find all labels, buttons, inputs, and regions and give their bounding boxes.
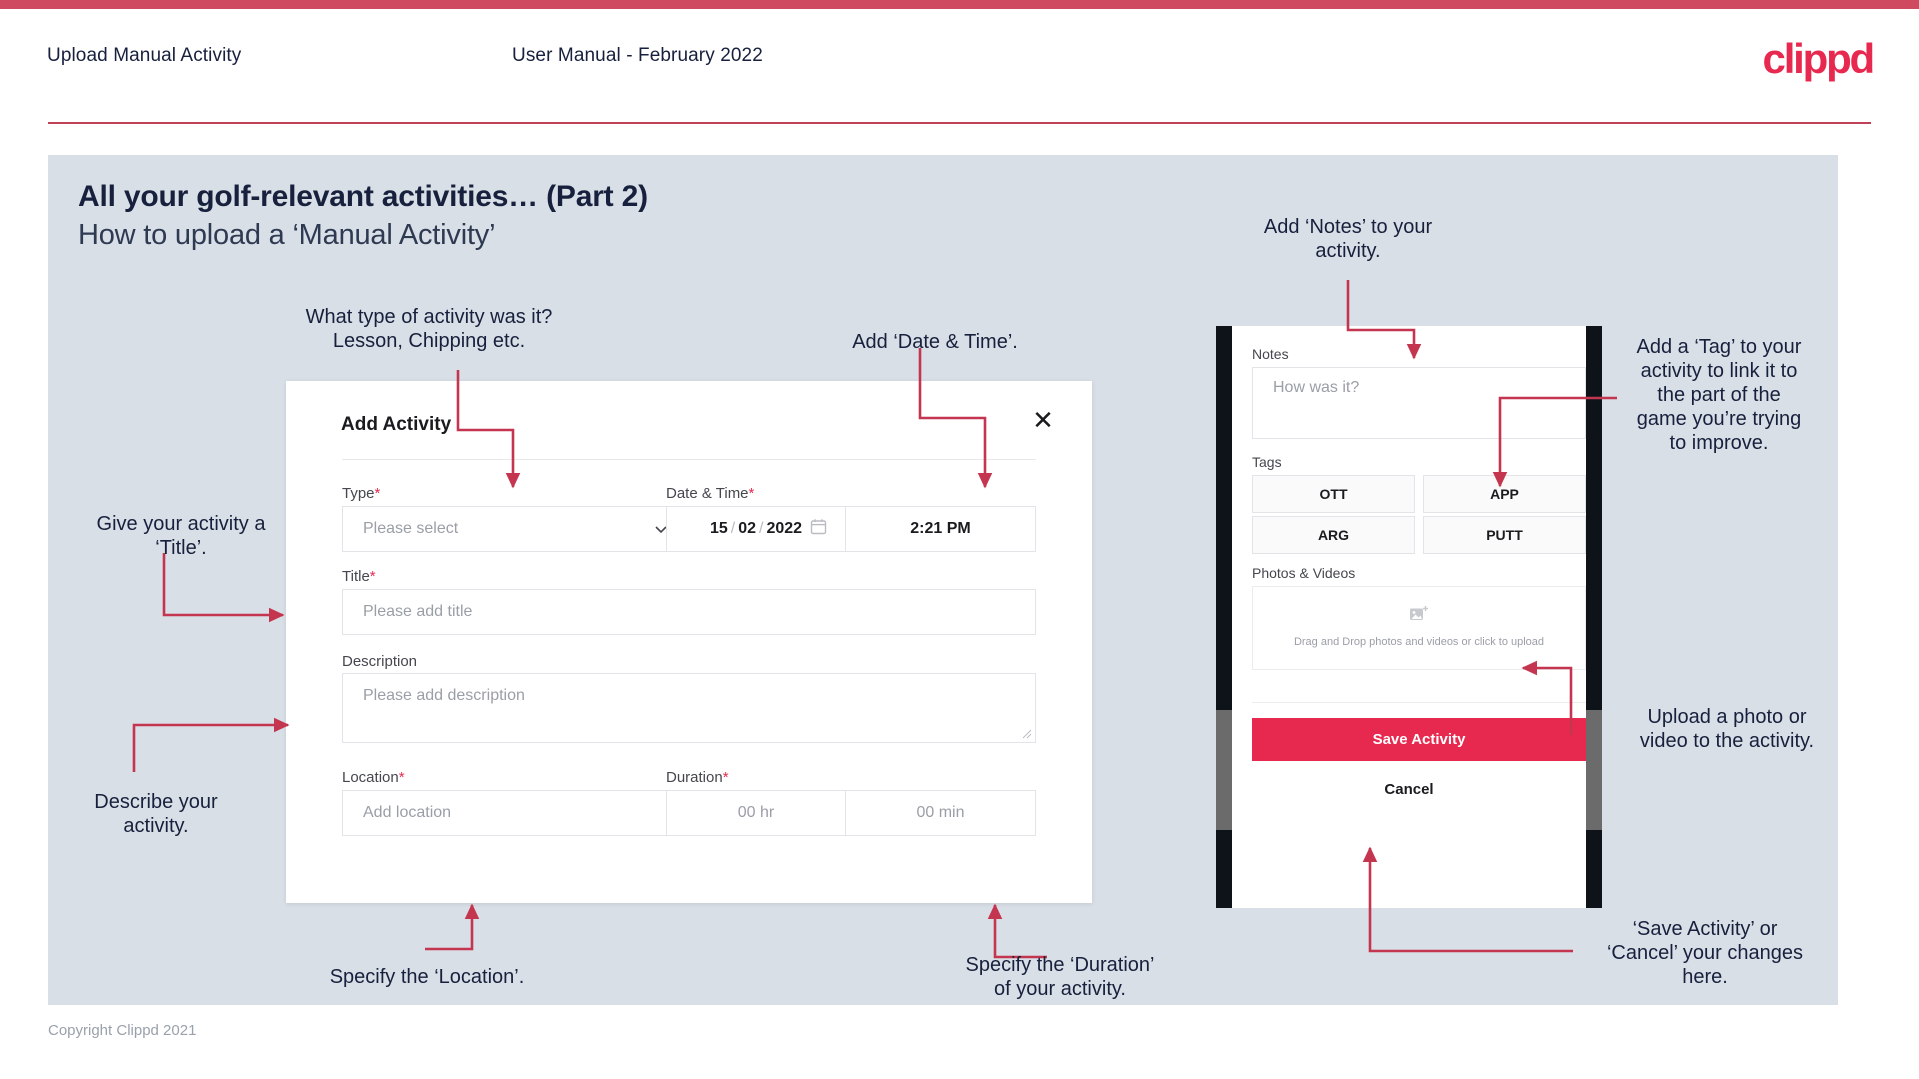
tag-button-arg[interactable]: ARG bbox=[1252, 516, 1415, 554]
duration-label-text: Duration bbox=[666, 769, 723, 786]
type-label: Type* bbox=[342, 485, 380, 502]
calendar-icon[interactable] bbox=[810, 518, 827, 540]
photos-videos-label: Photos & Videos bbox=[1252, 565, 1356, 581]
annotation-title: Give your activity a ‘Title’. bbox=[96, 513, 266, 559]
type-label-text: Type bbox=[342, 485, 375, 502]
add-image-icon bbox=[1409, 605, 1429, 628]
annotation-notes: Add ‘Notes’ to your activity. bbox=[1263, 216, 1433, 262]
clippd-logo: clippd bbox=[1762, 35, 1876, 82]
dropzone-text: Drag and Drop photos and videos or click… bbox=[1293, 636, 1545, 649]
tag-button-ott[interactable]: OTT bbox=[1252, 475, 1415, 513]
title-label: Title* bbox=[342, 568, 376, 585]
required-asterisk: * bbox=[722, 769, 729, 786]
notes-textarea[interactable]: How was it? bbox=[1252, 367, 1586, 439]
location-label: Location* bbox=[342, 769, 405, 786]
phone-bezel-right bbox=[1586, 326, 1602, 908]
duration-minutes-input[interactable]: 00 min bbox=[846, 790, 1036, 836]
close-icon[interactable]: ✕ bbox=[1026, 403, 1060, 437]
date-input[interactable]: 15 / 02 / 2022 bbox=[666, 506, 846, 552]
date-month: 02 bbox=[738, 520, 756, 537]
datetime-label: Date & Time* bbox=[666, 485, 754, 502]
duration-label: Duration* bbox=[666, 769, 729, 786]
description-label: Description bbox=[342, 653, 417, 670]
header-title: Upload Manual Activity bbox=[47, 45, 242, 66]
annotation-duration: Specify the ‘Duration’ of your activity. bbox=[965, 954, 1155, 1000]
date-year: 2022 bbox=[766, 520, 803, 537]
annotation-photos: Upload a photo or video to the activity. bbox=[1639, 706, 1815, 752]
annotation-tags: Add a ‘Tag’ to your activity to link it … bbox=[1636, 336, 1802, 454]
description-textarea[interactable]: Please add description bbox=[342, 673, 1036, 743]
phone-bezel-segment bbox=[1216, 710, 1232, 830]
required-asterisk: * bbox=[748, 485, 755, 502]
top-accent-bar bbox=[0, 0, 1919, 9]
phone-bezel-segment bbox=[1586, 710, 1602, 830]
title-input[interactable]: Please add title bbox=[342, 589, 1036, 635]
date-day: 15 bbox=[709, 520, 728, 537]
annotation-description: Describe your activity. bbox=[94, 791, 218, 837]
phone-screen: Notes How was it? Tags OTT APP ARG PUTT … bbox=[1232, 326, 1586, 908]
phone-bezel-left bbox=[1216, 326, 1232, 908]
annotation-save: ‘Save Activity’ or ‘Cancel’ your changes… bbox=[1606, 918, 1804, 988]
date-sep: / bbox=[730, 520, 736, 537]
location-label-text: Location bbox=[342, 769, 399, 786]
photo-upload-dropzone[interactable]: Drag and Drop photos and videos or click… bbox=[1252, 586, 1586, 670]
type-select[interactable]: Please select bbox=[342, 506, 690, 552]
tag-button-putt[interactable]: PUTT bbox=[1423, 516, 1586, 554]
annotation-location: Specify the ‘Location’. bbox=[329, 966, 525, 988]
time-input[interactable]: 2:21 PM bbox=[846, 506, 1036, 552]
location-input[interactable]: Add location bbox=[342, 790, 690, 836]
required-asterisk: * bbox=[369, 568, 376, 585]
dialog-divider bbox=[342, 459, 1036, 460]
title-label-text: Title bbox=[342, 568, 370, 585]
slide-subtitle: How to upload a ‘Manual Activity’ bbox=[78, 219, 496, 251]
tag-button-app[interactable]: APP bbox=[1423, 475, 1586, 513]
header-subtitle: User Manual - February 2022 bbox=[512, 45, 763, 66]
annotation-datetime: Add ‘Date & Time’. bbox=[852, 331, 1018, 353]
cancel-button[interactable]: Cancel bbox=[1232, 781, 1586, 798]
notes-label: Notes bbox=[1252, 346, 1289, 362]
header-divider bbox=[48, 122, 1871, 124]
annotation-type: What type of activity was it? Lesson, Ch… bbox=[305, 306, 553, 352]
save-activity-button[interactable]: Save Activity bbox=[1252, 718, 1586, 761]
description-label-text: Description bbox=[342, 653, 418, 670]
required-asterisk: * bbox=[374, 485, 381, 502]
add-activity-dialog: Add Activity ✕ Type* Please select Date … bbox=[286, 381, 1092, 903]
slide-title: All your golf-relevant activities… (Part… bbox=[78, 180, 648, 213]
slide-page: Upload Manual Activity User Manual - Feb… bbox=[0, 0, 1919, 1079]
description-placeholder: Please add description bbox=[363, 687, 525, 704]
datetime-label-text: Date & Time bbox=[666, 485, 749, 502]
duration-hours-input[interactable]: 00 hr bbox=[666, 790, 846, 836]
type-placeholder: Please select bbox=[363, 520, 459, 537]
footer-copyright: Copyright Clippd 2021 bbox=[48, 1022, 197, 1039]
resize-handle-icon[interactable] bbox=[1022, 729, 1032, 739]
phone-divider bbox=[1252, 702, 1586, 703]
required-asterisk: * bbox=[398, 769, 405, 786]
dialog-title: Add Activity bbox=[341, 414, 452, 435]
date-sep: / bbox=[759, 520, 764, 537]
phone-mockup: Notes How was it? Tags OTT APP ARG PUTT … bbox=[1216, 326, 1602, 908]
tags-label: Tags bbox=[1252, 454, 1282, 470]
